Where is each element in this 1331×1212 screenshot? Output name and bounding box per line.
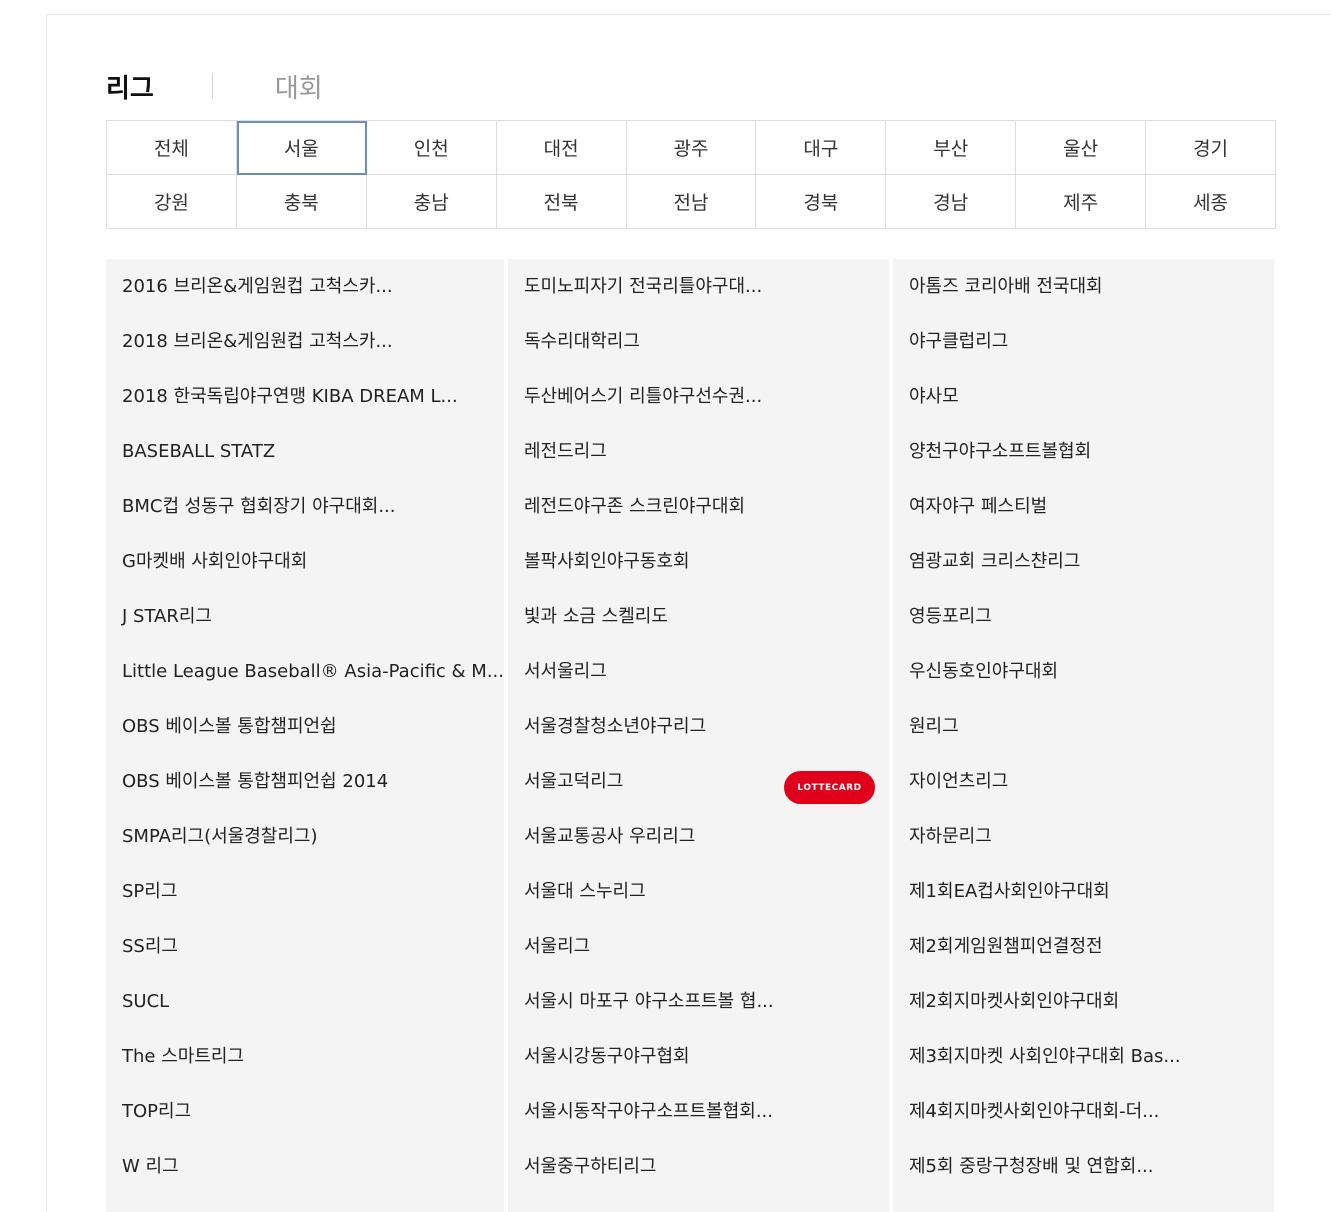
region-option[interactable]: 경기 (1146, 121, 1276, 175)
region-option[interactable]: 강원 (107, 175, 237, 229)
region-option[interactable]: 전북 (496, 175, 627, 229)
league-item[interactable]: SP리그 (106, 864, 504, 919)
league-item[interactable]: SMPA리그(서울경찰리그) (106, 809, 504, 864)
region-option[interactable]: 서울 (236, 121, 367, 175)
region-option[interactable]: 제주 (1016, 175, 1147, 229)
region-option[interactable]: 전남 (626, 175, 757, 229)
tab-divider (211, 73, 213, 99)
league-item[interactable]: 서울시 마포구 야구소프트볼 협... (508, 974, 889, 1029)
league-item[interactable]: 야사모 (893, 369, 1274, 424)
region-option[interactable]: 충남 (366, 175, 497, 229)
league-item[interactable]: OBS 베이스볼 통합챔피언쉽 (106, 699, 504, 754)
league-column-2: 도미노피자기 전국리틀야구대... 독수리대학리그 두산베어스기 리틀야구선수권..… (508, 259, 889, 1212)
league-item[interactable]: 염광교회 크리스챤리그 (893, 534, 1274, 589)
league-item[interactable]: 야구클럽리그 (893, 314, 1274, 369)
league-item[interactable]: 자이언츠리그 (893, 754, 1274, 809)
league-item[interactable]: 빛과 소금 스켈리도 (508, 589, 889, 644)
league-item[interactable]: 2018 한국독립야구연맹 KIBA DREAM L... (106, 369, 504, 424)
league-item[interactable]: J STAR리그 (106, 589, 504, 644)
league-column-3: 아톰즈 코리아배 전국대회 야구클럽리그 야사모 양천구야구소프트볼협회 여자야구 페스… (893, 259, 1274, 1212)
region-option[interactable]: 충북 (236, 175, 367, 229)
region-option[interactable]: 경북 (756, 175, 887, 229)
league-item[interactable]: 2018 브리온&게임원컵 고척스카... (106, 314, 504, 369)
league-item[interactable]: 제5회 중랑구청장배 및 연합회... (893, 1139, 1274, 1194)
region-option[interactable]: 광주 (626, 121, 757, 175)
league-item[interactable]: 서울대 스누리그 (508, 864, 889, 919)
league-item[interactable]: 제4회지마켓사회인야구대회-더... (893, 1084, 1274, 1139)
league-item[interactable]: 영등포리그 (893, 589, 1274, 644)
tab-league[interactable]: 리그 (106, 68, 154, 105)
league-item[interactable]: 아톰즈 코리아배 전국대회 (893, 259, 1274, 314)
league-item[interactable]: 서울중구하티리그 (508, 1139, 889, 1194)
league-item[interactable]: 제3회지마켓 사회인야구대회 Bas... (893, 1029, 1274, 1084)
league-item[interactable]: BMC컵 성동구 협회장기 야구대회... (106, 479, 504, 534)
league-item[interactable]: 서울시강동구야구협회 (508, 1029, 889, 1084)
league-item[interactable]: 2016 브리온&게임원컵 고척스카... (106, 259, 504, 314)
league-item[interactable]: 두산베어스기 리틀야구선수권... (508, 369, 889, 424)
region-option[interactable]: 부산 (886, 121, 1017, 175)
lottecard-ad-badge[interactable]: LOTTECARD (784, 771, 875, 804)
region-option[interactable]: 경남 (886, 175, 1017, 229)
league-item[interactable]: 서울시동작구야구소프트볼협회... (508, 1084, 889, 1139)
league-item[interactable]: 도미노피자기 전국리틀야구대... (508, 259, 889, 314)
league-list: 2016 브리온&게임원컵 고척스카... 2018 브리온&게임원컵 고척스카.… (106, 259, 1274, 1212)
league-item[interactable]: 서울교통공사 우리리그 (508, 809, 889, 864)
league-item[interactable]: 원리그 (893, 699, 1274, 754)
region-option[interactable]: 세종 (1146, 175, 1276, 229)
league-item[interactable]: 서서울리그 (508, 644, 889, 699)
league-item[interactable]: 서울경찰청소년야구리그 (508, 699, 889, 754)
league-item[interactable]: 서울리그 (508, 919, 889, 974)
league-item[interactable]: 볼팍사회인야구동호회 (508, 534, 889, 589)
league-item[interactable]: 제2회지마켓사회인야구대회 (893, 974, 1274, 1029)
league-item[interactable]: Little League Baseball® Asia-Pacific & M… (106, 644, 504, 699)
league-item[interactable]: 레전드리그 (508, 424, 889, 479)
category-tabs: 리그 대회 (106, 68, 323, 104)
league-item[interactable]: The 스마트리그 (106, 1029, 504, 1084)
league-item[interactable]: OBS 베이스볼 통합챔피언쉽 2014 (106, 754, 504, 809)
region-option[interactable]: 대전 (496, 121, 627, 175)
region-option[interactable]: 울산 (1016, 121, 1147, 175)
league-item[interactable]: W 리그 (106, 1139, 504, 1194)
region-option[interactable]: 인천 (366, 121, 497, 175)
league-item[interactable]: 제1회EA컵사회인야구대회 (893, 864, 1274, 919)
league-item[interactable]: 양천구야구소프트볼협회 (893, 424, 1274, 479)
league-item[interactable]: SS리그 (106, 919, 504, 974)
league-item[interactable]: 자하문리그 (893, 809, 1274, 864)
league-item[interactable]: 레전드야구존 스크린야구대회 (508, 479, 889, 534)
league-item[interactable]: G마켓배 사회인야구대회 (106, 534, 504, 589)
league-item[interactable]: SUCL (106, 974, 504, 1029)
league-item[interactable]: TOP리그 (106, 1084, 504, 1139)
league-item[interactable]: BASEBALL STATZ (106, 424, 504, 479)
league-item[interactable]: 여자야구 페스티벌 (893, 479, 1274, 534)
league-column-1: 2016 브리온&게임원컵 고척스카... 2018 브리온&게임원컵 고척스카.… (106, 259, 504, 1212)
region-option[interactable]: 전체 (107, 121, 237, 175)
league-item[interactable]: 우신동호인야구대회 (893, 644, 1274, 699)
league-item[interactable]: 제2회게임원챔피언결정전 (893, 919, 1274, 974)
tab-tournament[interactable]: 대회 (275, 68, 323, 105)
region-filter-grid: 전체 서울 인천 대전 광주 대구 부산 울산 경기강원 충북 충남 전북 전남 경북 경남 제주 세종 (106, 120, 1276, 229)
league-item[interactable]: 독수리대학리그 (508, 314, 889, 369)
region-option[interactable]: 대구 (756, 121, 887, 175)
